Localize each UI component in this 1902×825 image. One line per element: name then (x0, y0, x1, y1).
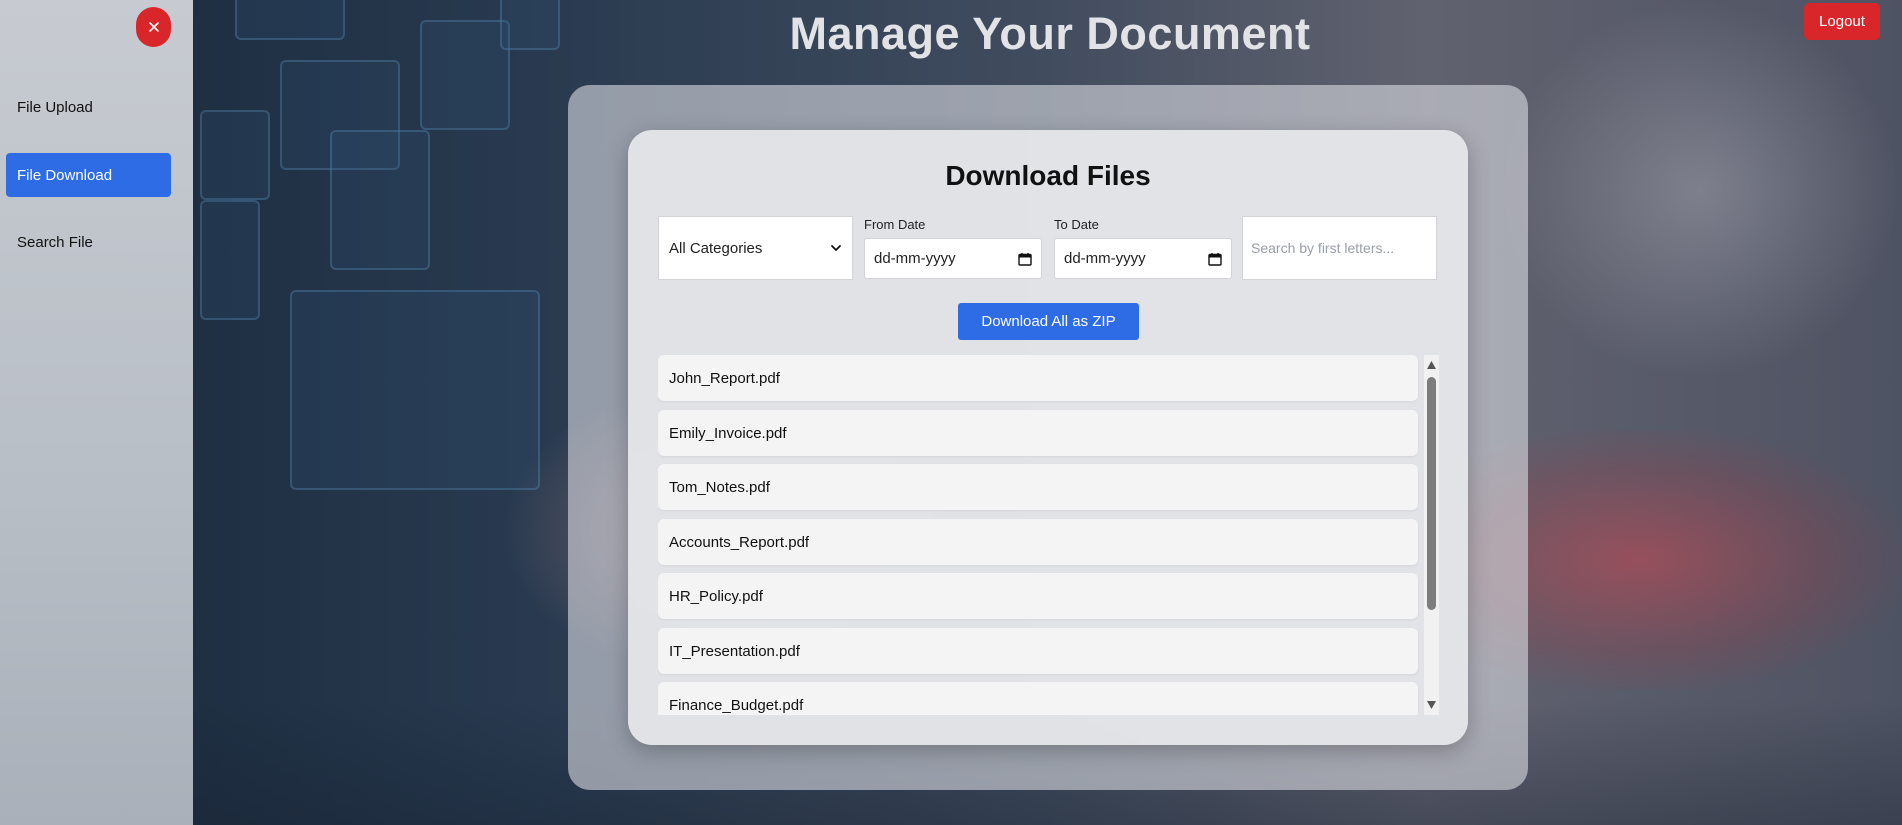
sidebar-item-file-download[interactable]: File Download (6, 153, 171, 197)
file-name: Emily_Invoice.pdf (669, 424, 787, 442)
file-item[interactable]: Accounts_Report.pdf (658, 519, 1418, 565)
sidebar-item-search-file[interactable]: Search File (6, 220, 171, 264)
file-name: Accounts_Report.pdf (669, 533, 810, 551)
to-date-label: To Date (1054, 217, 1099, 232)
logout-button[interactable]: Logout (1804, 3, 1880, 40)
calendar-icon (1018, 252, 1032, 266)
from-date-input[interactable]: dd-mm-yyyy (864, 238, 1042, 279)
search-input[interactable] (1242, 216, 1437, 280)
calendar-icon (1208, 252, 1222, 266)
sidebar: File Upload File Download Search File (0, 0, 193, 825)
chevron-down-icon (831, 245, 841, 251)
sidebar-close-button[interactable] (136, 7, 171, 47)
file-name: Finance_Budget.pdf (669, 696, 804, 714)
close-icon (148, 22, 159, 32)
file-name: John_Report.pdf (669, 369, 780, 387)
file-name: IT_Presentation.pdf (669, 642, 800, 660)
to-date-value: dd-mm-yyyy (1064, 250, 1146, 267)
file-name: HR_Policy.pdf (669, 587, 763, 605)
sidebar-item-label: File Download (17, 166, 113, 184)
to-date-input[interactable]: dd-mm-yyyy (1054, 238, 1232, 279)
file-list: John_Report.pdf Emily_Invoice.pdf Tom_No… (658, 355, 1439, 715)
scrollbar-thumb[interactable] (1427, 377, 1436, 610)
file-item[interactable]: HR_Policy.pdf (658, 573, 1418, 619)
file-item[interactable]: IT_Presentation.pdf (658, 628, 1418, 674)
sidebar-item-file-upload[interactable]: File Upload (6, 85, 171, 129)
file-item[interactable]: Tom_Notes.pdf (658, 464, 1418, 510)
file-name: Tom_Notes.pdf (669, 478, 770, 496)
file-item[interactable]: John_Report.pdf (658, 355, 1418, 401)
scroll-up-arrow-icon[interactable] (1426, 360, 1437, 370)
file-list-scrollbar[interactable] (1424, 355, 1439, 715)
sidebar-item-label: Search File (17, 233, 93, 251)
page-title: Manage Your Document (789, 8, 1311, 59)
scroll-down-arrow-icon[interactable] (1426, 700, 1437, 710)
file-item[interactable]: Finance_Budget.pdf (658, 682, 1418, 715)
from-date-label: From Date (864, 217, 926, 232)
sidebar-item-label: File Upload (17, 98, 93, 116)
file-item[interactable]: Emily_Invoice.pdf (658, 410, 1418, 456)
category-select[interactable]: All Categories (658, 216, 853, 280)
download-all-zip-button[interactable]: Download All as ZIP (958, 303, 1139, 340)
category-selected-value: All Categories (669, 239, 763, 257)
download-card: Download Files All Categories From Date … (628, 130, 1468, 745)
download-title: Download Files (945, 160, 1151, 191)
from-date-value: dd-mm-yyyy (874, 250, 956, 267)
